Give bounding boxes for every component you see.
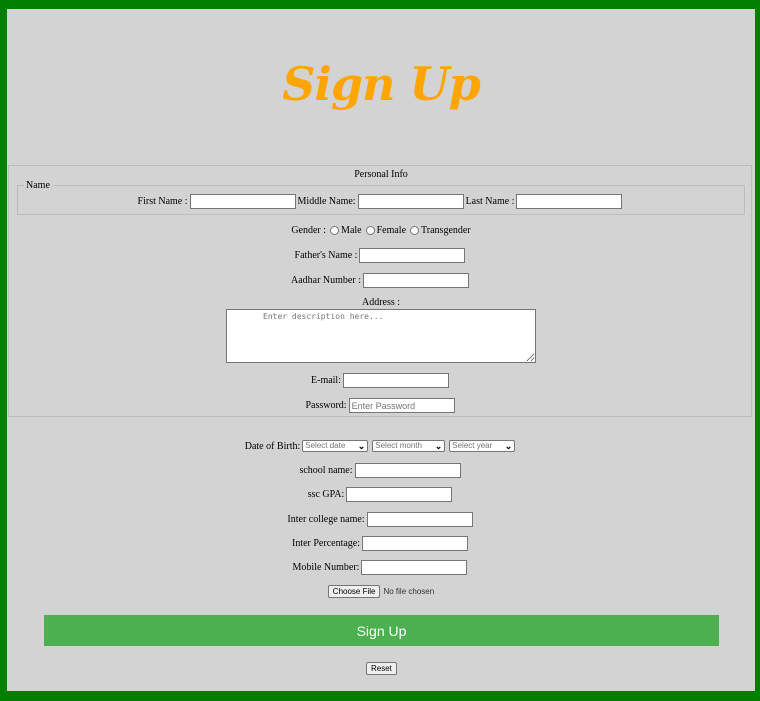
personal-info-legend: Personal Info: [354, 169, 408, 180]
page-title: Sign Up: [282, 57, 481, 111]
gender-male-label: Male: [341, 225, 362, 236]
choose-file-button[interactable]: Choose File: [327, 585, 381, 598]
password-label: Password:: [305, 400, 347, 411]
reset-button[interactable]: Reset: [366, 662, 397, 675]
father-name-row: Father's Name :: [7, 248, 755, 263]
dob-year-select[interactable]: Select year ⌄: [449, 440, 516, 452]
middle-name-input[interactable]: [357, 194, 464, 209]
dob-month-value: Select month: [375, 441, 422, 450]
sign-up-button[interactable]: Sign Up: [44, 615, 719, 646]
ssc-row: ssc GPA:: [7, 487, 755, 502]
gender-transgender-radio[interactable]: [410, 226, 420, 235]
chevron-down-icon: ⌄: [357, 441, 366, 451]
middle-name-label: Middle Name:: [297, 196, 356, 207]
gender-transgender-label: Transgender: [421, 225, 471, 236]
dob-month-select[interactable]: Select month ⌄: [372, 440, 446, 452]
father-name-label: Father's Name :: [294, 250, 358, 261]
dob-date-value: Select date: [305, 441, 346, 450]
last-name-input[interactable]: [516, 194, 623, 209]
address-label: Address :: [361, 297, 401, 308]
chevron-down-icon: ⌄: [434, 441, 443, 451]
email-input[interactable]: [343, 373, 449, 388]
chevron-down-icon: ⌄: [504, 441, 513, 451]
name-legend: Name: [24, 180, 52, 191]
dob-label: Date of Birth:: [244, 440, 301, 452]
signup-panel: Sign Up Personal Info Name First Name : …: [7, 9, 755, 691]
address-label-row: Address :: [7, 297, 755, 308]
gender-row: Gender : Male Female Transgender: [7, 225, 755, 236]
school-row: school name:: [7, 463, 755, 478]
address-textarea[interactable]: [226, 309, 536, 363]
gender-label: Gender :: [291, 225, 327, 236]
password-row: Password:: [7, 398, 755, 413]
inter-college-input[interactable]: [366, 512, 473, 527]
mobile-label: Mobile Number:: [292, 562, 360, 573]
dob-year-value: Select year: [452, 441, 493, 450]
mobile-row: Mobile Number:: [7, 560, 755, 575]
password-input[interactable]: [348, 398, 455, 413]
inter-percentage-row: Inter Percentage:: [7, 536, 755, 551]
aadhar-label: Aadhar Number :: [291, 275, 361, 286]
gender-female-label: Female: [376, 225, 407, 236]
file-status: No file chosen: [383, 587, 435, 596]
dob-row: Date of Birth: Select date ⌄ Select mont…: [7, 440, 755, 452]
file-row: Choose File No file chosen: [7, 585, 755, 598]
aadhar-row: Aadhar Number :: [7, 273, 755, 288]
aadhar-input[interactable]: [362, 273, 469, 288]
inter-college-label: Inter college name:: [287, 514, 365, 525]
mobile-input[interactable]: [361, 560, 468, 575]
dob-date-select[interactable]: Select date ⌄: [302, 440, 369, 452]
last-name-label: Last Name :: [465, 196, 515, 207]
school-label: school name:: [299, 465, 353, 476]
inter-college-row: Inter college name:: [7, 512, 755, 527]
address-row: [7, 309, 755, 363]
inter-percentage-input[interactable]: [362, 536, 469, 551]
email-row: E-mail:: [7, 373, 755, 388]
inter-percentage-label: Inter Percentage:: [291, 538, 361, 549]
name-row: First Name : Middle Name: Last Name :: [7, 194, 755, 209]
ssc-label: ssc GPA:: [307, 489, 345, 500]
gender-male-radio[interactable]: [330, 226, 340, 235]
father-name-input[interactable]: [359, 248, 466, 263]
gender-female-radio[interactable]: [365, 226, 375, 235]
first-name-label: First Name :: [137, 196, 188, 207]
ssc-input[interactable]: [346, 487, 453, 502]
email-label: E-mail:: [311, 375, 341, 386]
school-input[interactable]: [354, 463, 461, 478]
first-name-input[interactable]: [189, 194, 296, 209]
